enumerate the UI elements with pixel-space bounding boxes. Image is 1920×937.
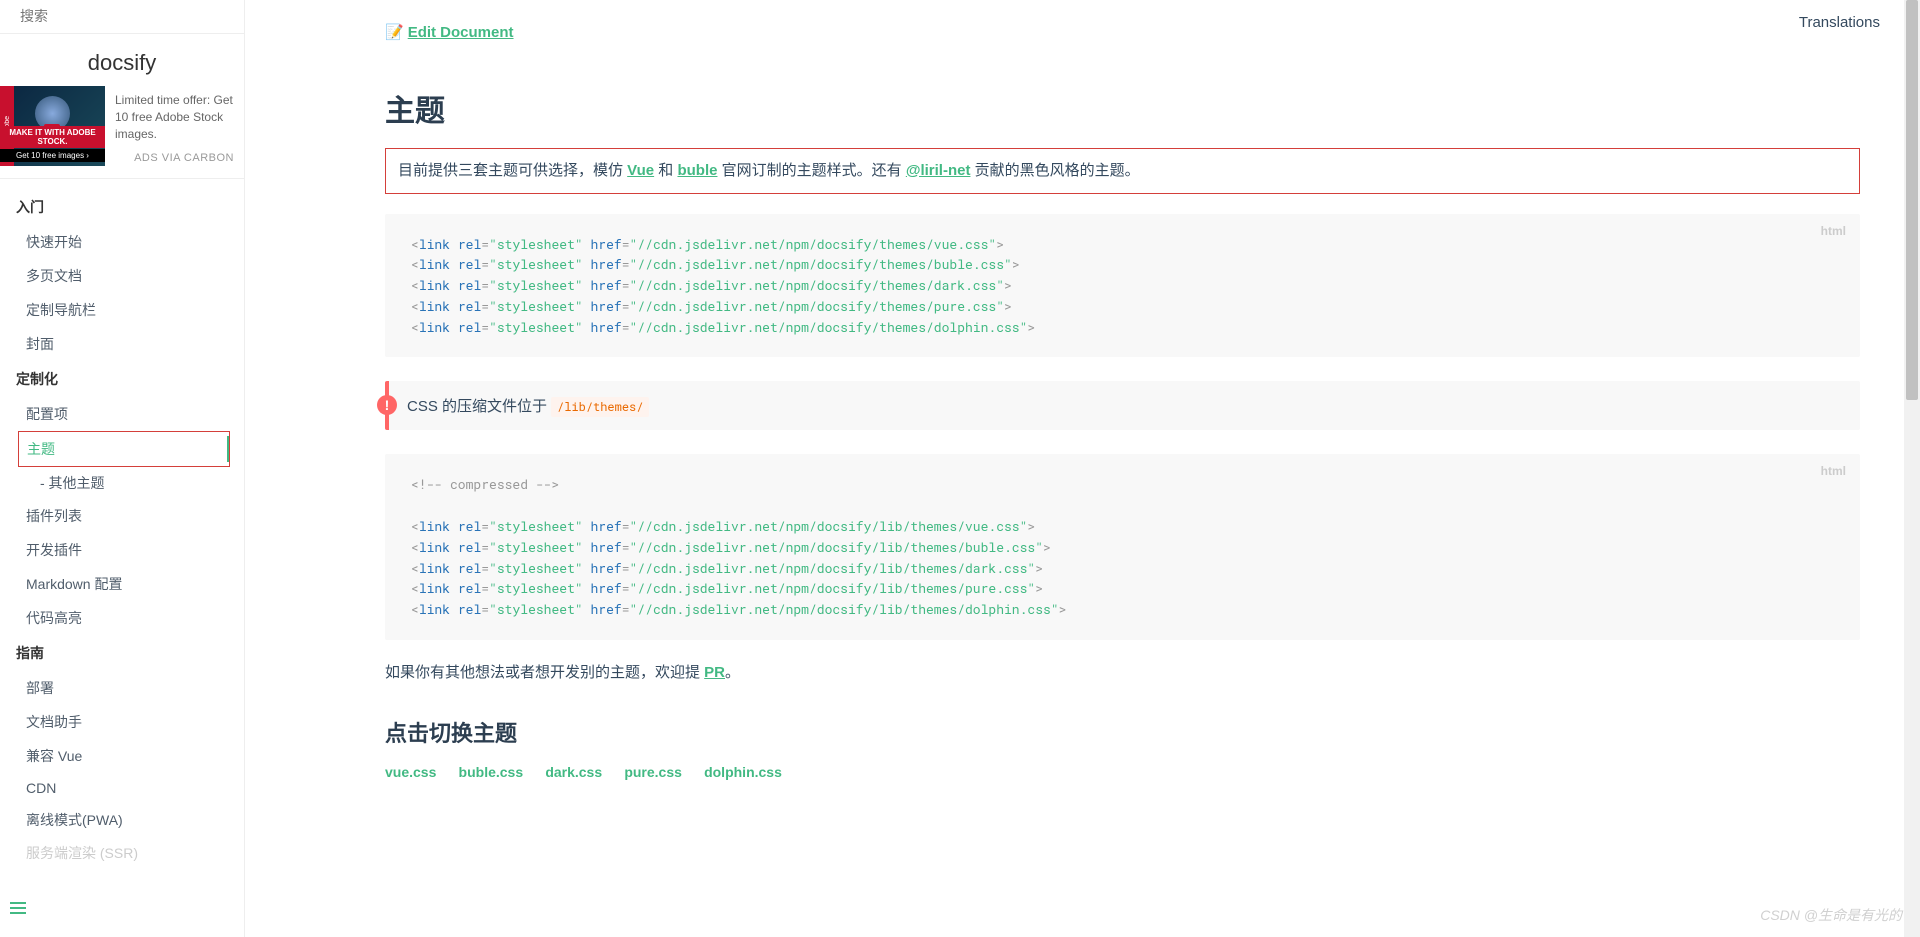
theme-links: vue.css buble.css dark.css pure.css dolp… [385,764,1860,781]
ad-attribution[interactable]: ADS VIA CARBON [105,148,244,168]
search-input[interactable] [20,8,224,24]
watermark: CSDN @生命是有光的 [1760,905,1902,925]
nav-write-plugin[interactable]: 开发插件 [0,533,244,567]
pr-paragraph: 如果你有其他想法或者想开发别的主题，欢迎提 PR。 [385,660,1860,686]
nav-pwa[interactable]: 离线模式(PWA) [0,803,244,837]
nav-pages[interactable]: 多页文档 [0,259,244,293]
translations-link[interactable]: Translations [1799,14,1880,31]
nav-markdown[interactable]: Markdown 配置 [0,567,244,601]
code-lang-label: html [1821,462,1846,481]
nav-deploy[interactable]: 部署 [0,671,244,705]
theme-link-dark[interactable]: dark.css [545,764,602,780]
scrollbar[interactable] [1904,0,1920,937]
liril-link[interactable]: @liril-net [906,162,971,179]
pencil-icon: 📝 [385,24,404,41]
nav-vue[interactable]: 兼容 Vue [0,739,244,773]
nav-plugins[interactable]: 插件列表 [0,499,244,533]
tip-box: ! CSS 的压缩文件位于/lib/themes/ [385,381,1860,430]
code-lang-label: html [1821,222,1846,241]
nav-section-intro: 入门 [0,189,244,225]
nav-helpers[interactable]: 文档助手 [0,705,244,739]
nav-section-custom: 定制化 [0,361,244,397]
vue-link[interactable]: Vue [627,162,654,179]
nav-highlight[interactable]: 代码高亮 [0,601,244,635]
nav-themes[interactable]: 主题 [18,431,230,467]
theme-link-pure[interactable]: pure.css [624,764,682,780]
sidebar: docsify Adobe St MAKE IT WITH ADOBE STOC… [0,0,245,937]
theme-link-vue[interactable]: vue.css [385,764,436,780]
ad-image: Adobe St MAKE IT WITH ADOBE STOCK. Get 1… [0,86,105,166]
code-block-themes: html <link rel="stylesheet" href="//cdn.… [385,214,1860,358]
theme-link-buble[interactable]: buble.css [459,764,524,780]
pr-link[interactable]: PR [704,664,725,681]
search-box [0,0,244,34]
page-title: 主题 [385,86,1860,130]
buble-link[interactable]: buble [677,162,717,179]
nav-other-themes[interactable]: - 其他主题 [0,467,244,499]
nav-quickstart[interactable]: 快速开始 [0,225,244,259]
sidebar-nav: 入门 快速开始 多页文档 定制导航栏 封面 定制化 配置项 主题 - 其他主题 … [0,179,244,909]
nav-navbar[interactable]: 定制导航栏 [0,293,244,327]
nav-cover[interactable]: 封面 [0,327,244,361]
exclamation-icon: ! [377,395,397,415]
tip-code: /lib/themes/ [551,397,649,417]
scrollbar-thumb[interactable] [1906,0,1918,400]
app-name[interactable]: docsify [0,34,244,86]
hamburger-icon[interactable] [10,899,26,917]
intro-paragraph: 目前提供三套主题可供选择，模仿 Vue 和 buble 官网订制的主题样式。还有… [385,148,1860,194]
carbon-ad[interactable]: Adobe St MAKE IT WITH ADOBE STOCK. Get 1… [0,86,244,179]
nav-ssr[interactable]: 服务端渲染 (SSR) [0,837,244,869]
nav-cdn[interactable]: CDN [0,773,244,803]
main-content: Translations 📝Edit Document 主题 目前提供三套主题可… [245,0,1920,937]
nav-section-guide: 指南 [0,635,244,671]
nav-config[interactable]: 配置项 [0,397,244,431]
theme-link-dolphin[interactable]: dolphin.css [704,764,782,780]
ad-text: Limited time offer: Get 10 free Adobe St… [105,86,244,148]
edit-document-link[interactable]: Edit Document [408,24,514,41]
switch-theme-heading: 点击切换主题 [385,716,1860,748]
code-block-compressed: html <!-- compressed --> <link rel="styl… [385,454,1860,640]
